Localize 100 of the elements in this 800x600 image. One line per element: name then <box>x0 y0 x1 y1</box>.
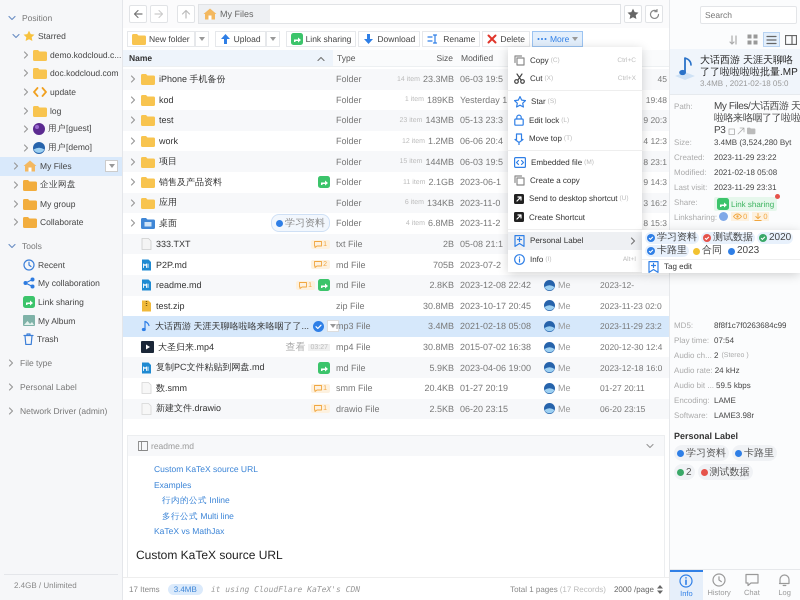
table-cell: 05-08 21:1 <box>460 239 504 250</box>
tree-item[interactable]: log <box>0 101 122 120</box>
table-cell: 6.8MB <box>428 218 454 228</box>
tree-item[interactable]: My Album <box>0 311 122 330</box>
toc-link[interactable]: Examples <box>154 478 192 494</box>
creator-name: Me <box>558 404 571 414</box>
toolbar-button[interactable]: Link sharing <box>286 31 356 47</box>
label-icon <box>648 260 659 272</box>
toolbar-button[interactable]: New folder <box>127 31 195 47</box>
column-header[interactable]: Type <box>333 50 387 66</box>
tree-item[interactable]: 企业网盘 <box>0 176 122 194</box>
tag-chip[interactable]: 学习资料 <box>645 232 699 244</box>
star-button[interactable] <box>624 5 642 23</box>
up-button[interactable] <box>177 5 195 23</box>
tag-chip[interactable]: 2023 <box>726 245 762 257</box>
section-header[interactable]: Position <box>0 8 122 27</box>
dropdown-button[interactable] <box>266 31 280 47</box>
chevron-right-icon <box>8 407 14 415</box>
tree-item[interactable]: My group <box>0 194 122 213</box>
section-header[interactable]: Tools <box>0 236 122 256</box>
tag[interactable]: 卡路里 <box>732 445 777 461</box>
column-header[interactable]: Size <box>387 50 457 66</box>
pin-icon <box>514 132 524 145</box>
property-label: Last visit: <box>674 182 708 194</box>
tree-item[interactable]: 用户[guest] <box>0 120 122 139</box>
file-row[interactable]: 复制PC文件粘贴到网盘.md md File 5.9KB 2023-04-06 19:00 Me 2023-12-18 16:0 <box>123 357 669 378</box>
section-header[interactable]: Network Driver (admin) <box>0 402 122 420</box>
table-cell: 143MB <box>425 115 454 126</box>
file-name: kod <box>159 94 174 105</box>
toolbar-button[interactable]: Rename <box>422 31 480 47</box>
tag-chip[interactable]: 合同 <box>691 245 724 257</box>
table-cell: txt File <box>336 239 363 250</box>
table-cell: 23.3MB <box>422 74 454 84</box>
toc-link[interactable]: 行内的公式 Inline <box>162 493 230 509</box>
tree-item[interactable]: doc.kodcloud.com <box>0 64 122 83</box>
back-button[interactable] <box>129 5 147 23</box>
table-cell: md File <box>336 260 366 270</box>
tree-item[interactable]: Trash <box>0 330 122 348</box>
table-cell: drawio File <box>336 404 380 414</box>
table-cell: 2023-12-18 16:0 <box>600 362 662 373</box>
avatar-icon <box>33 123 45 136</box>
toc-link[interactable]: Custom KaTeX source URL <box>154 462 258 478</box>
share-icon <box>23 277 35 290</box>
tag-chip[interactable]: 测试数据 <box>701 232 755 244</box>
folder-icon <box>132 33 146 45</box>
dropdown-button[interactable] <box>194 31 209 47</box>
file-name: 桌面 <box>159 216 177 230</box>
tree-item[interactable]: Starred <box>0 27 122 46</box>
file-row[interactable]: 大话西游 天涯天聊咯啦咯来咯咽了了... mp3 File 3.4MB 2021-02-18 05:08 Me 2023-11-29 23:2 <box>123 316 669 337</box>
search-field[interactable]: Search <box>700 6 797 24</box>
page-size-select[interactable]: 2000 /page <box>614 584 663 594</box>
refresh-button[interactable] <box>645 5 663 23</box>
folder-icon <box>141 73 155 86</box>
view-mode-button[interactable] <box>763 32 780 47</box>
sort-arrows-icon <box>657 584 663 594</box>
tag[interactable]: 测试数据 <box>698 464 753 480</box>
address-field[interactable]: My Files <box>198 4 621 24</box>
page-count: Total 1 pages <box>510 584 558 594</box>
creator-name: Me <box>558 362 571 373</box>
tag[interactable]: 2 <box>674 464 695 480</box>
toc-link[interactable]: 多行公式 Multi line <box>162 508 234 524</box>
tag-chip[interactable]: 2020 <box>757 232 794 244</box>
comment-icon <box>314 384 322 392</box>
split-view-icon <box>784 34 796 44</box>
tree-item[interactable]: My Files <box>0 157 122 176</box>
dropdown-button[interactable] <box>105 160 118 172</box>
tag-chip[interactable]: 卡路里 <box>645 245 689 257</box>
file-title: 了了啦啦啦啦批量.MP <box>700 67 798 79</box>
tree-item[interactable]: Recent <box>0 256 122 274</box>
section-header[interactable]: File type <box>0 354 122 372</box>
breadcrumb[interactable]: My Files <box>199 5 270 23</box>
folder-icon <box>141 196 155 209</box>
column-header[interactable]: Name <box>123 50 333 66</box>
tree-item[interactable]: demo.kodcloud.c... <box>0 46 122 64</box>
table-cell: 9 20:3 <box>643 115 667 126</box>
tree-item[interactable]: Collaborate <box>0 212 122 232</box>
section-header[interactable]: Personal Label <box>0 378 122 396</box>
file-name: 应用 <box>159 196 177 210</box>
toolbar-button[interactable]: Upload <box>214 31 266 47</box>
table-cell: 2023-11-29 23:2 <box>600 321 662 332</box>
lock-icon <box>514 114 524 126</box>
tree-item[interactable]: My collaboration <box>0 274 122 293</box>
toolbar-button[interactable]: Download <box>358 31 420 47</box>
tree-item[interactable]: update <box>0 82 122 102</box>
property-value: LAME3.98r <box>714 410 754 422</box>
menu-item[interactable]: Personal Label <box>508 232 642 250</box>
folder-icon <box>141 156 155 168</box>
menu-item[interactable]: Create a copy <box>508 171 642 190</box>
chevron-right-icon <box>8 359 14 367</box>
property-label: Share: <box>674 197 699 209</box>
view-mode-button[interactable] <box>782 32 799 47</box>
link-share-icon <box>23 296 35 308</box>
tag[interactable]: 学习资料 <box>674 445 729 461</box>
copy-icon <box>514 175 525 186</box>
tree-item[interactable]: Link sharing <box>0 292 122 312</box>
avatar-icon <box>544 300 555 312</box>
toc-link[interactable]: KaTeX vs MathJax <box>154 524 224 540</box>
toolbar-button[interactable]: Delete <box>482 31 530 47</box>
tree-item[interactable]: 用户[demo] <box>0 138 122 158</box>
property-label: Audio bit ... <box>674 380 714 392</box>
